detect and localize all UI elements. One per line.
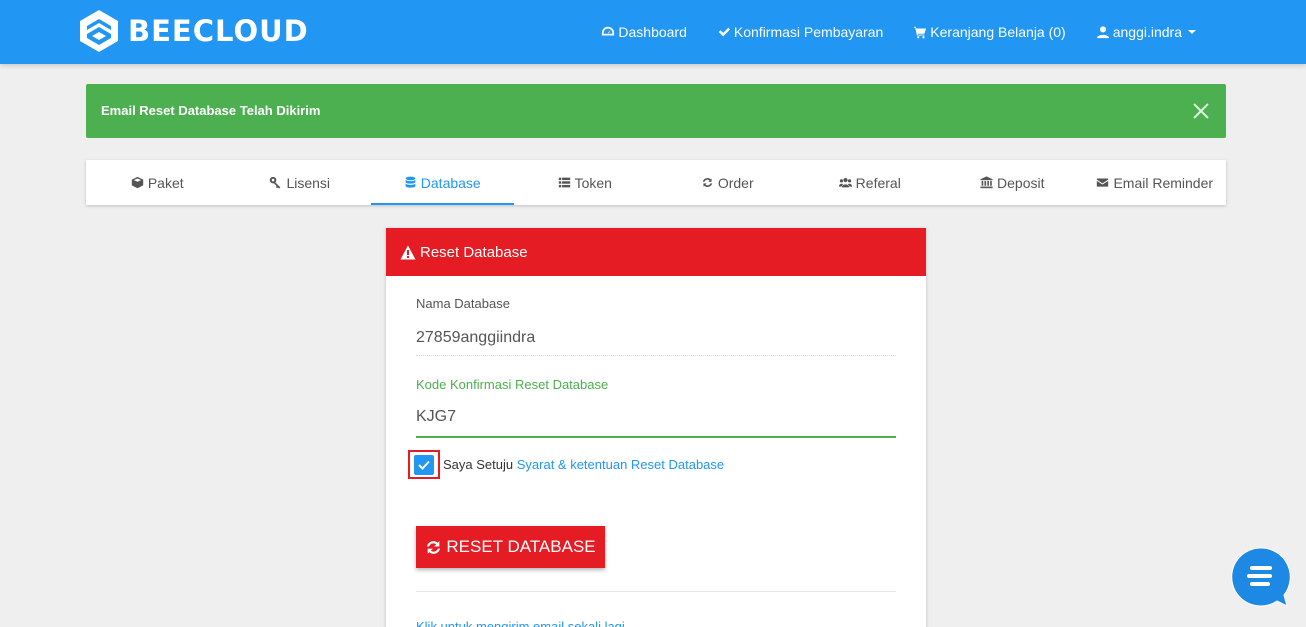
success-alert: Email Reset Database Telah Dikirim [86,84,1226,138]
warning-icon [400,245,416,259]
navbar: BEECLOUD Dashboard Konfirmasi Pembayaran… [0,0,1306,64]
tab-bar: Paket Lisensi Database Token Order Refer… [86,160,1226,205]
users-icon [838,177,852,188]
agree-label: Saya Setuju [443,457,514,472]
list-icon [558,177,570,188]
reset-button-label: RESET DATABASE [446,537,596,556]
tab-database[interactable]: Database [371,160,514,205]
tab-token[interactable]: Token [514,160,657,205]
reset-database-button[interactable]: RESET DATABASE [416,526,605,568]
terms-link[interactable]: Syarat & ketentuan Reset Database [517,457,724,472]
nav-konfirmasi-label: Konfirmasi Pembayaran [733,24,884,40]
reset-database-card: Reset Database Nama Database 27859anggii… [386,228,926,627]
agree-checkbox[interactable] [408,450,440,479]
tab-order[interactable]: Order [656,160,799,205]
tab-database-label: Database [420,174,481,191]
tab-email-reminder-label: Email Reminder [1113,174,1214,191]
tab-lisensi-label: Lisensi [286,174,331,191]
database-icon [405,176,416,188]
agree-text: Saya Setuju Syarat & ketentuan Reset Dat… [443,457,724,472]
key-icon [270,176,281,189]
close-icon[interactable] [1192,102,1210,120]
checkmark-icon [418,460,430,470]
brand-name: BEECLOUD [128,14,309,48]
nav-user-label: anggi.indra [1112,24,1182,40]
card-header: Reset Database [386,228,926,276]
tab-deposit-label: Deposit [997,174,1045,191]
agree-row: Saya Setuju Syarat & ketentuan Reset Dat… [408,450,724,479]
nav-keranjang-label: Keranjang Belanja (0) [930,24,1066,40]
alert-message: Email Reset Database Telah Dikirim [101,103,321,118]
chat-bubble-icon[interactable] [1231,547,1291,607]
tab-deposit[interactable]: Deposit [941,160,1084,205]
checkbox-checked [414,454,434,475]
tab-token-label: Token [574,174,612,191]
caret-down-icon [1188,30,1196,34]
dashboard-icon [602,26,615,36]
cart-icon [914,26,927,39]
divider [416,591,896,592]
refresh-icon [427,540,441,554]
tab-referal[interactable]: Referal [799,160,942,205]
brand-logo[interactable]: BEECLOUD [78,8,309,54]
confirm-code-label: Kode Konfirmasi Reset Database [416,377,609,392]
resend-email-link[interactable]: Klik untuk mengirim email sekali lagi [416,619,625,627]
user-icon [1096,26,1109,39]
nav-dashboard[interactable]: Dashboard [601,24,687,40]
tab-referal-label: Referal [855,174,901,191]
tab-email-reminder[interactable]: Email Reminder [1084,160,1227,205]
nav-konfirmasi[interactable]: Konfirmasi Pembayaran [717,24,883,40]
refresh-icon [702,178,713,187]
tab-paket-label: Paket [147,174,184,191]
nav-dashboard-label: Dashboard [618,24,687,40]
tab-order-label: Order [717,174,754,191]
tab-lisensi[interactable]: Lisensi [229,160,372,205]
tab-paket[interactable]: Paket [86,160,229,205]
check-icon [718,27,731,37]
cube-icon [131,176,144,189]
db-name-label: Nama Database [416,296,510,311]
confirm-code-input[interactable] [416,398,896,438]
card-title: Reset Database [420,243,528,261]
db-name-value: 27859anggiindra [416,329,896,356]
bank-icon [980,176,993,189]
envelope-icon [1097,178,1109,187]
nav-links: Dashboard Konfirmasi Pembayaran Keranjan… [571,0,1196,64]
beecloud-logo-icon [80,10,118,52]
nav-user-dropdown[interactable]: anggi.indra [1096,24,1196,40]
nav-keranjang[interactable]: Keranjang Belanja (0) [913,24,1066,40]
